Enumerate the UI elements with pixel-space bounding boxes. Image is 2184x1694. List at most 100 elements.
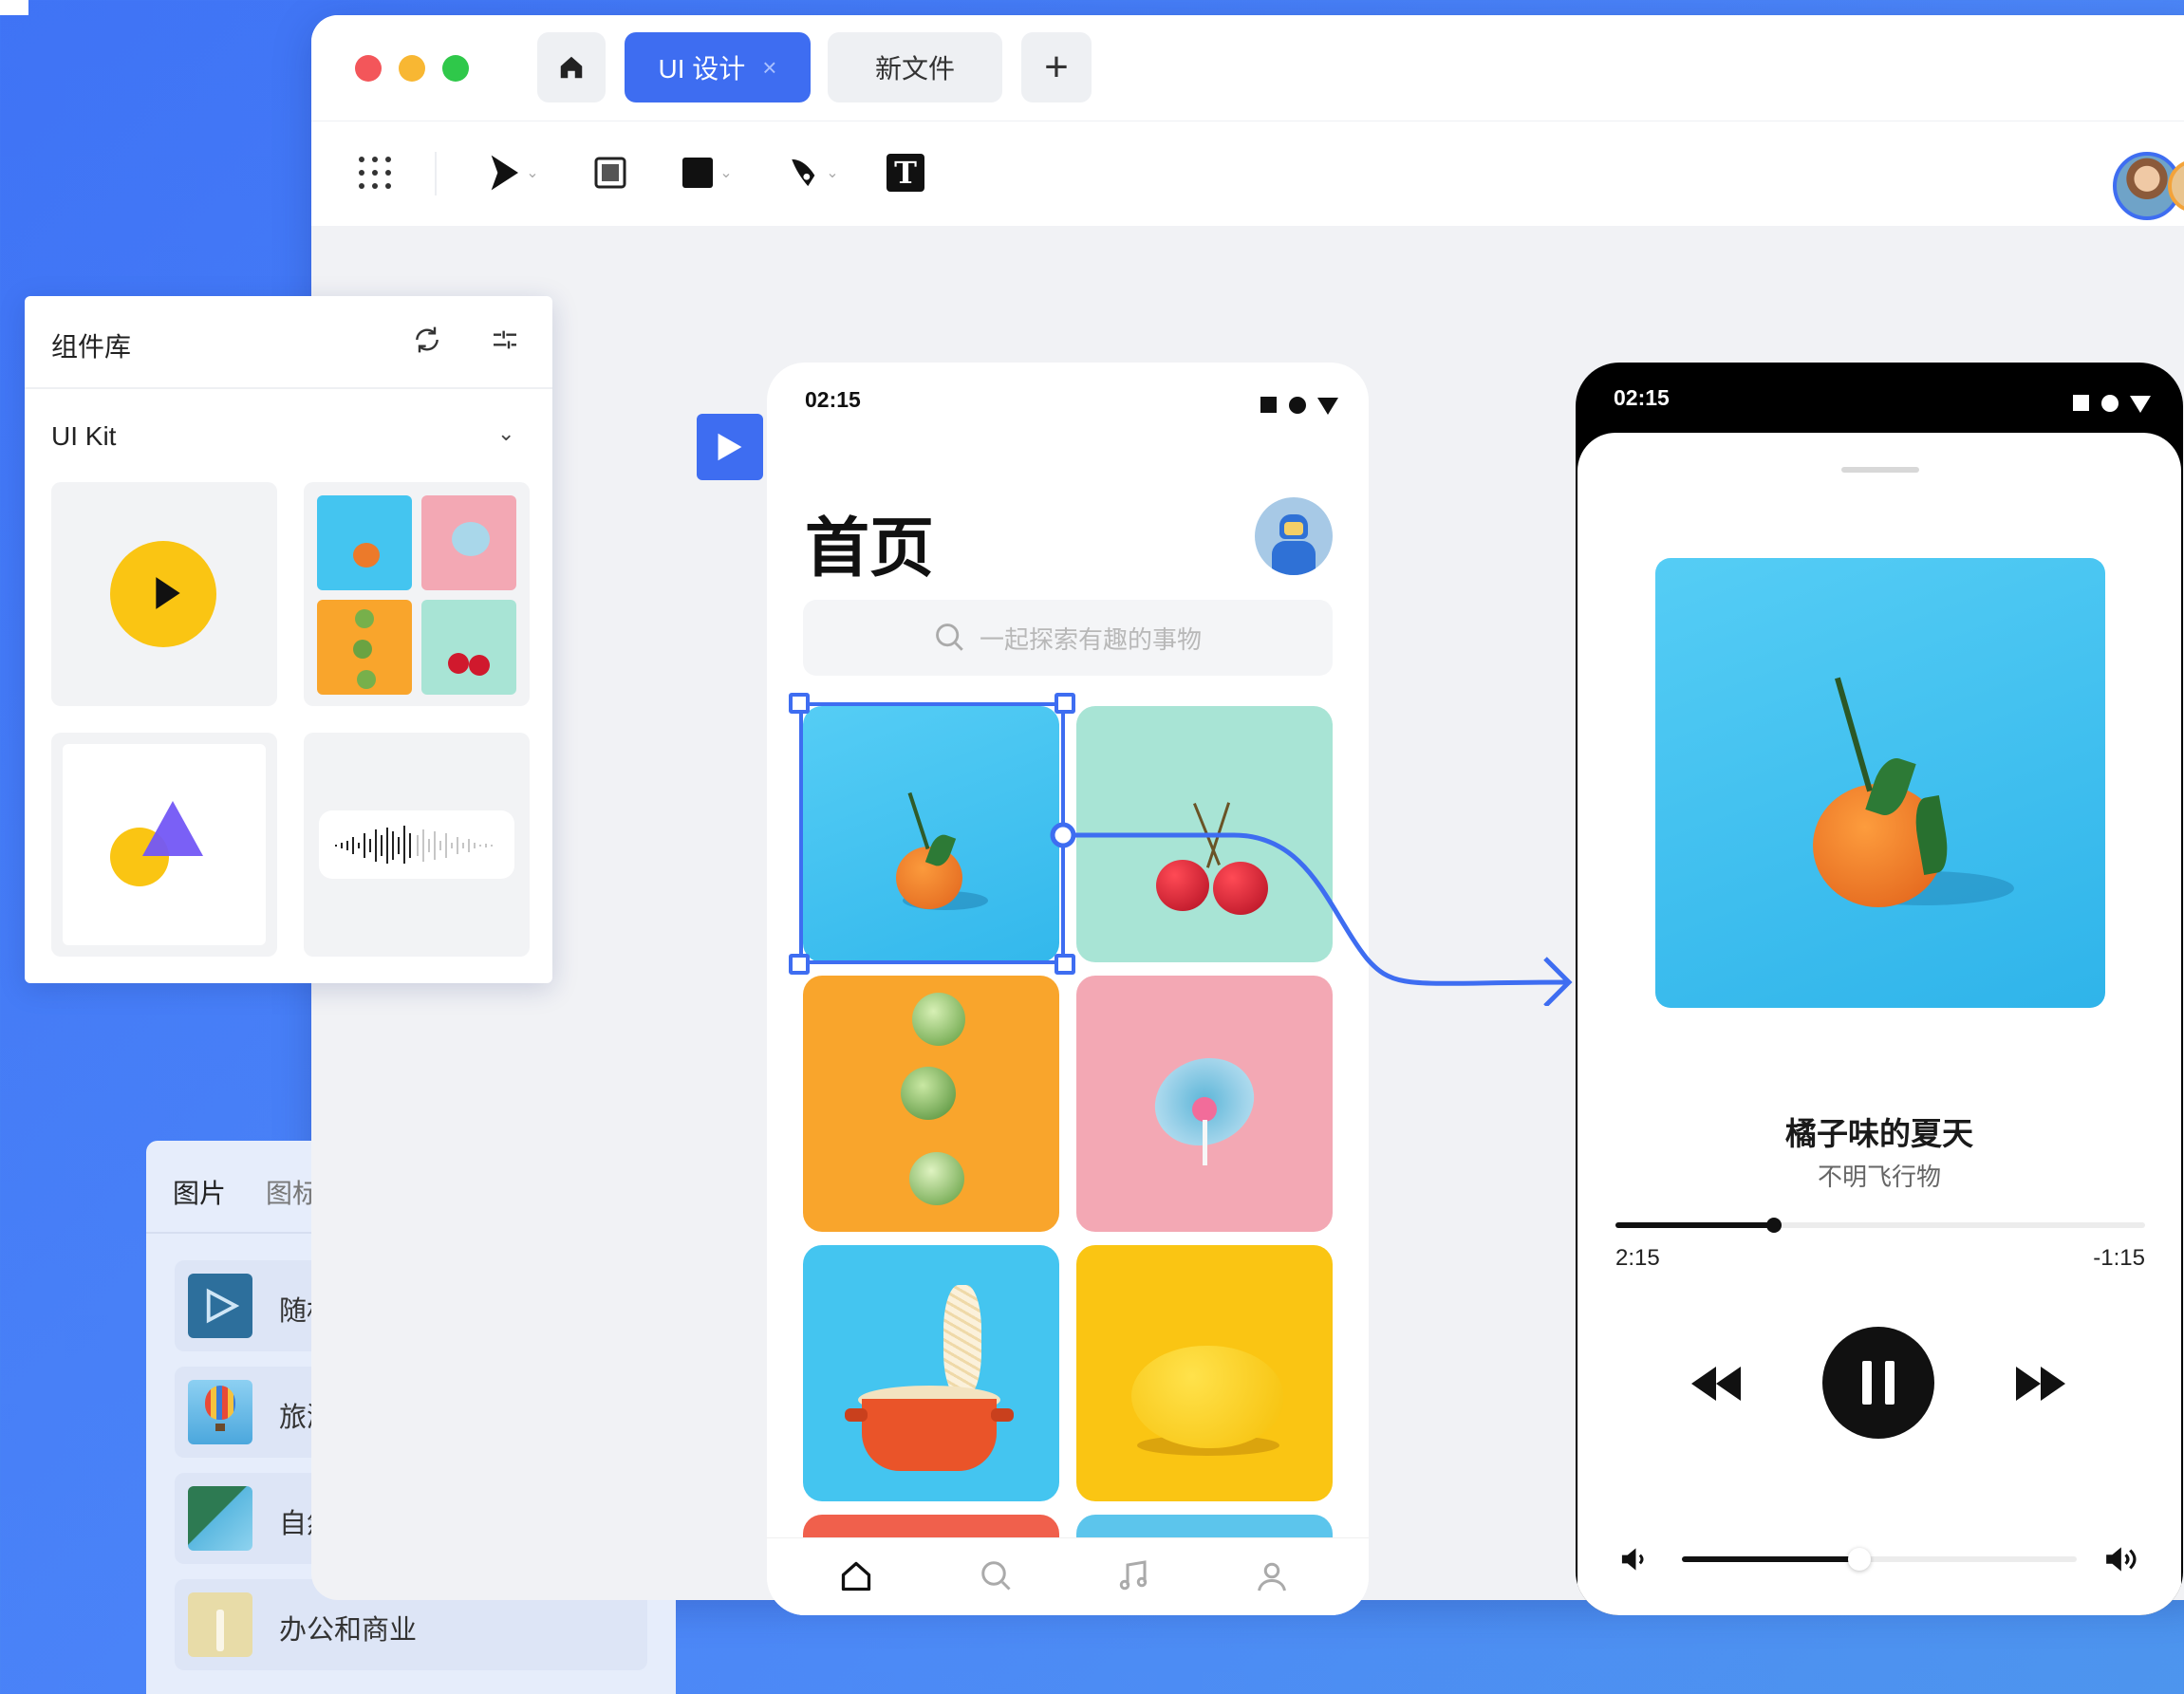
volume-knob[interactable] [1848,1548,1872,1571]
grid-icon [359,157,391,189]
sheet-grabber[interactable] [1841,467,1919,473]
tile-noodles-pot[interactable] [803,1245,1059,1501]
balloon-icon [188,1380,252,1444]
volume-high-button[interactable] [2103,1543,2145,1580]
kit-name: UI Kit [51,421,117,451]
office-icon [188,1592,252,1657]
resize-handle[interactable] [789,954,810,975]
astronaut-body [1272,541,1316,575]
home-icon [841,1561,871,1592]
toolbar: ⌄ ⌄ ⌄ T [311,121,2184,226]
lollipop-stick [1203,1120,1207,1165]
status-icons [1260,395,1346,418]
tab-images[interactable]: 图片 [173,1173,226,1211]
tile-lollipop[interactable] [1076,976,1333,1232]
component-audio-wave[interactable] [304,733,530,957]
grid-thumb-orange [317,495,412,590]
nav-search[interactable] [980,1559,1014,1598]
tab-new-file[interactable]: 新文件 [828,32,1002,102]
tile-lemon[interactable] [1076,1245,1333,1501]
panel-title: 组件库 [51,332,132,362]
nav-music[interactable] [1116,1559,1150,1598]
purple-triangle [142,801,203,856]
noodles [943,1285,981,1397]
filter-button[interactable] [490,325,520,360]
play-icon [188,1274,252,1338]
plus-icon: + [1044,44,1069,90]
selection-box[interactable] [799,702,1065,964]
tab-label: 新文件 [874,54,955,84]
rectangle-icon [682,158,714,188]
corner-mark [0,0,28,15]
bottom-nav [767,1537,1369,1615]
text-tool[interactable]: T [885,148,926,197]
component-play-button[interactable] [51,482,277,706]
search-placeholder: 一起探索有趣的事物 [979,624,1202,654]
battery-icon [2130,396,2151,413]
chevron-down-icon: ⌄ [719,165,733,181]
volume-high-icon [2106,1547,2137,1572]
avatar[interactable] [1255,497,1333,575]
progress-track[interactable] [1615,1218,2145,1233]
grid-menu-button[interactable] [353,148,397,197]
nav-profile[interactable] [1255,1559,1289,1598]
search-icon [936,624,963,651]
status-time: 02:15 [805,387,861,412]
title-bar: UI 设计 × 新文件 + [311,15,2184,121]
resize-handle[interactable] [1055,693,1075,714]
volume-low-button[interactable] [1619,1545,1650,1578]
asset-label: 办公和商业 [279,1615,418,1646]
player-screen-frame[interactable]: 02:15 橘子味的夏天 不明飞行物 2:15 -1:15 [1576,363,2183,1615]
pot-handle [991,1408,1014,1422]
shape-tool[interactable]: ⌄ [674,148,740,197]
progress-knob[interactable] [1766,1218,1783,1233]
prototype-link-arrow[interactable] [1044,816,1585,1006]
search-icon [981,1561,1011,1591]
song-title: 橘子味的夏天 [1785,1116,1973,1151]
tile-brussels-sprouts[interactable] [803,976,1059,1232]
music-icon [1119,1560,1148,1591]
pause-button[interactable] [1822,1327,1934,1439]
profile-icon [1258,1562,1286,1592]
add-tab-button[interactable]: + [1021,32,1092,102]
volume-low-icon [1621,1548,1644,1571]
text-icon-glyph: T [894,155,917,191]
refresh-button[interactable] [412,325,442,360]
home-tab-button[interactable] [537,32,606,102]
close-window-button[interactable] [355,55,382,82]
nav-home[interactable] [839,1559,873,1598]
grid-thumb-cherries [421,600,516,695]
status-icons [2073,393,2158,416]
progress-fill [1615,1222,1775,1228]
resize-handle[interactable] [789,693,810,714]
astronaut-face [1284,522,1303,535]
waveform-icon [335,826,493,864]
rewind-button[interactable] [1688,1363,1745,1409]
play-icon [718,433,742,461]
toolbar-divider [435,152,437,195]
forward-button[interactable] [2012,1363,2069,1409]
frame-tool[interactable] [587,148,634,197]
panel-divider [25,387,552,389]
pen-tool[interactable]: ⌄ [780,148,847,197]
minimize-window-button[interactable] [399,55,425,82]
nature-icon [188,1486,252,1551]
select-tool[interactable]: ⌄ [480,148,547,197]
volume-fill [1682,1556,1860,1562]
kit-selector[interactable]: UI Kit ⌄ [51,421,526,459]
volume-track[interactable] [1682,1548,2077,1571]
tab-ui-design[interactable]: UI 设计 × [625,32,811,102]
player-sheet: 橘子味的夏天 不明飞行物 2:15 -1:15 [1577,433,2181,1615]
battery-icon [1317,398,1338,415]
maximize-window-button[interactable] [442,55,469,82]
component-image-grid[interactable] [304,482,530,706]
signal-icon [2073,395,2089,411]
chevron-down-icon: ⌄ [826,165,839,181]
tab-close-icon[interactable]: × [762,53,776,83]
component-shapes[interactable] [51,733,277,957]
text-icon: T [887,154,924,192]
play-prototype-button[interactable] [697,414,763,480]
sprout [912,993,965,1046]
search-input[interactable]: 一起探索有趣的事物 [803,600,1333,676]
chevron-down-icon: ⌄ [497,421,515,445]
